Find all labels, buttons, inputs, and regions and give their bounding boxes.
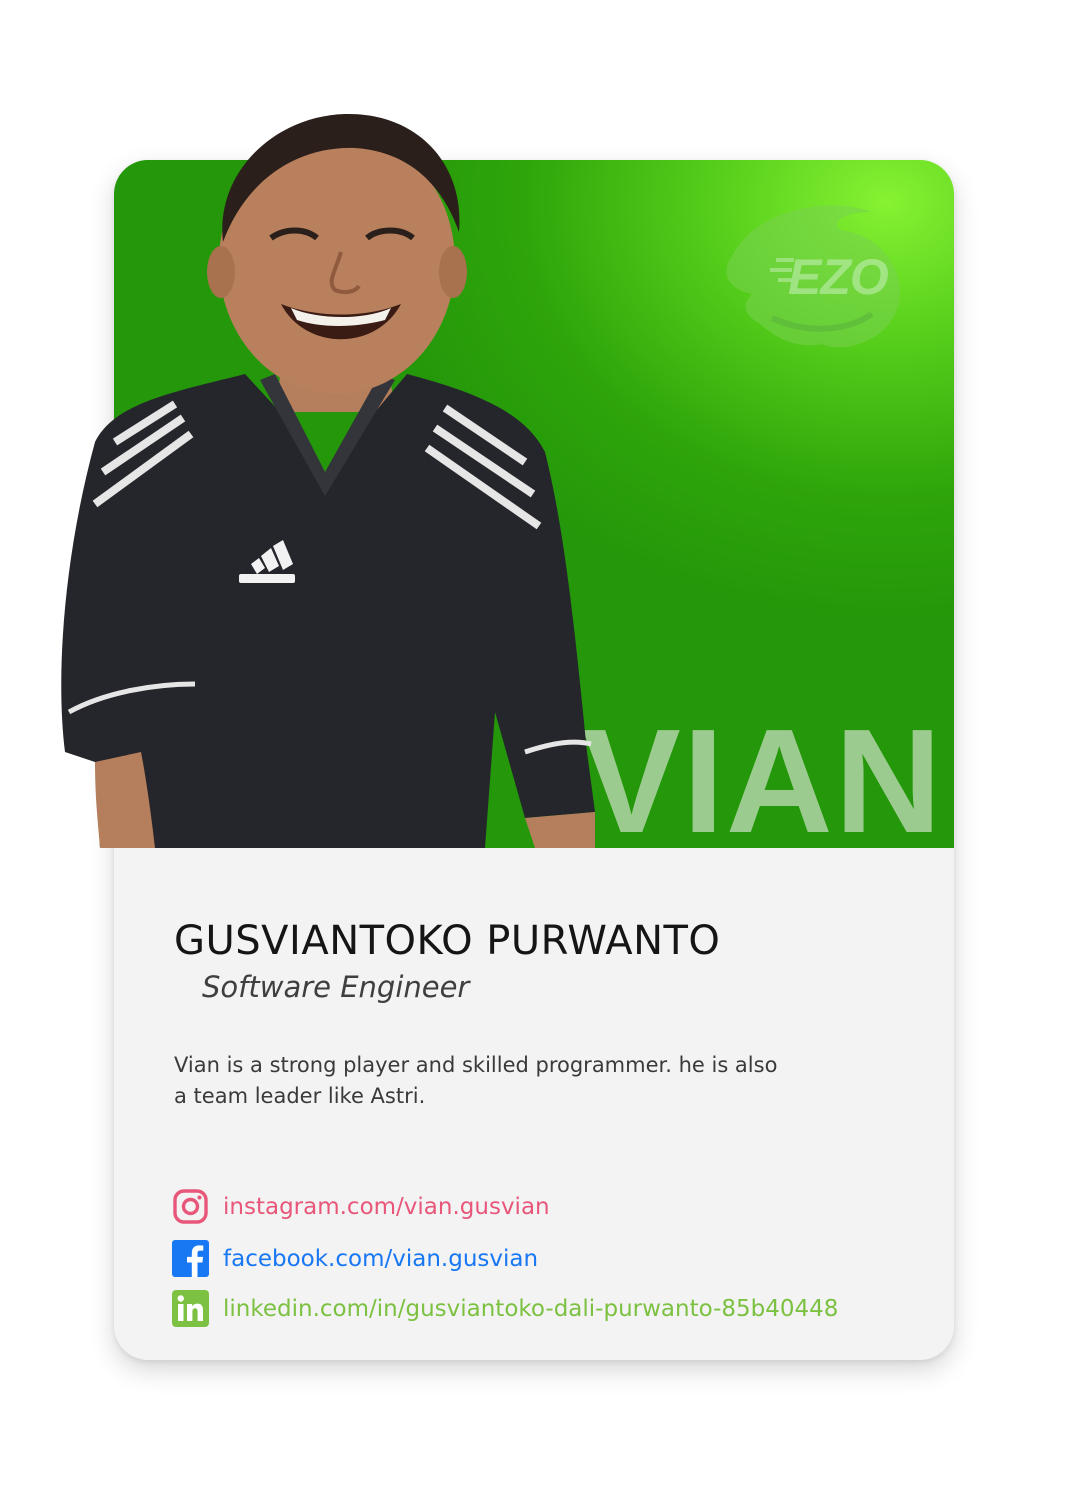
player-name: GUSVIANTOKO PURWANTO xyxy=(174,918,721,964)
facebook-link[interactable]: facebook.com/vian.gusvian xyxy=(172,1240,538,1277)
linkedin-link-text[interactable]: linkedin.com/in/gusviantoko-dali-purwant… xyxy=(223,1296,838,1322)
instagram-icon xyxy=(173,1189,208,1224)
linkedin-icon xyxy=(172,1290,209,1327)
player-photo xyxy=(61,113,595,848)
facebook-icon xyxy=(172,1240,209,1277)
hero-big-name: VIAN xyxy=(582,699,944,864)
player-bio: Vian is a strong player and skilled prog… xyxy=(174,1053,778,1108)
team-logo-text: EZO xyxy=(788,249,889,305)
player-role: Software Engineer xyxy=(202,970,470,1004)
facebook-link-text[interactable]: facebook.com/vian.gusvian xyxy=(223,1246,538,1272)
instagram-link-text[interactable]: instagram.com/vian.gusvian xyxy=(223,1194,550,1220)
linkedin-link[interactable]: linkedin.com/in/gusviantoko-dali-purwant… xyxy=(172,1290,838,1327)
instagram-link[interactable]: instagram.com/vian.gusvian xyxy=(172,1188,550,1225)
